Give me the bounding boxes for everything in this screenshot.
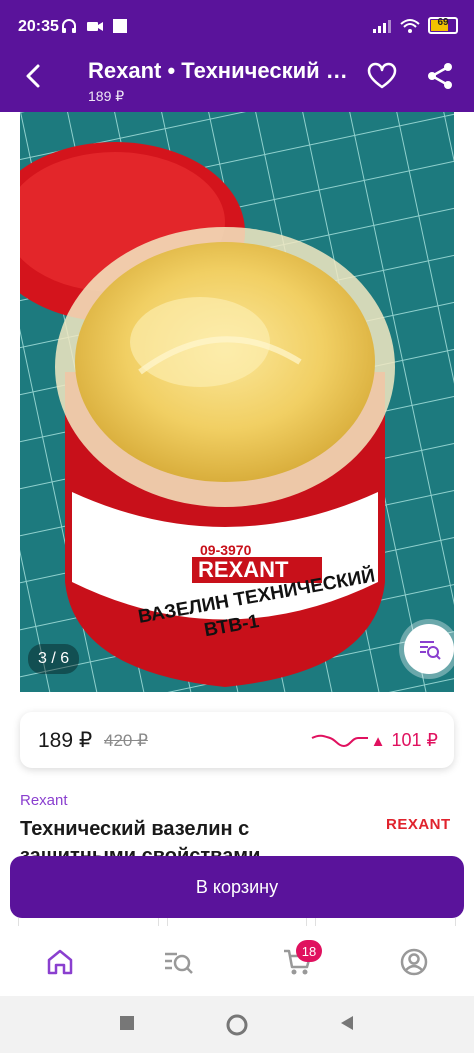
gallery-counter: 3 / 6 <box>28 644 80 674</box>
triangle-up-icon: ▲ <box>370 733 386 750</box>
home-icon[interactable] <box>44 946 76 978</box>
status-left-icons <box>60 17 128 35</box>
svg-text:REXANT: REXANT <box>198 557 289 582</box>
back-triangle-icon[interactable] <box>338 1014 356 1032</box>
price-drop-value: 101 ₽ <box>391 730 439 750</box>
old-price: 420 ₽ <box>104 731 148 750</box>
catalog-search-icon[interactable] <box>162 946 194 978</box>
back-arrow-icon[interactable] <box>16 58 52 94</box>
video-camera-icon <box>87 22 103 31</box>
heart-icon[interactable] <box>364 58 400 94</box>
status-right-icons: 69 <box>372 17 458 34</box>
headphones-icon <box>62 19 76 33</box>
square-icon <box>113 19 127 33</box>
brand-logo[interactable]: REXANT <box>386 816 451 833</box>
wifi-icon <box>400 18 420 33</box>
image-search-icon <box>420 641 441 660</box>
signal-icon <box>373 19 391 33</box>
share-icon[interactable] <box>422 58 458 94</box>
price-card[interactable]: 189 ₽ 420 ₽ ▲ 101 ₽ <box>20 712 454 768</box>
current-price: 189 ₽ <box>38 729 93 752</box>
price-drop: ▲ 101 ₽ <box>371 730 438 751</box>
home-circle-icon[interactable] <box>226 1014 248 1036</box>
image-search-button[interactable] <box>404 624 454 674</box>
add-to-cart-button[interactable]: В корзину <box>10 856 464 918</box>
app-bar: Rexant • Технический вазелин 189 ₽ <box>0 44 474 112</box>
brand-link[interactable]: Rexant <box>20 792 68 809</box>
product-title: Технический вазелин с защитными свойства… <box>20 818 261 860</box>
bottom-tab-bar <box>0 926 474 997</box>
battery-level: 69 <box>437 17 449 28</box>
recents-square-icon[interactable] <box>118 1014 136 1032</box>
page-title: Rexant • Технический вазелин <box>88 58 356 83</box>
page-subtitle-price: 189 ₽ <box>88 88 125 104</box>
product-image-gallery[interactable]: 09-3970 REXANT ВАЗЕЛИН ТЕХНИЧЕСКИЙ ВТВ-1 <box>20 112 454 692</box>
product-photo: 09-3970 REXANT ВАЗЕЛИН ТЕХНИЧЕСКИЙ ВТВ-1 <box>20 112 454 692</box>
price-history-sparkline <box>311 734 368 748</box>
profile-icon[interactable] <box>398 946 430 978</box>
system-nav-bar <box>0 996 474 1053</box>
battery-icon: 69 <box>428 17 458 34</box>
status-time: 20:35 <box>18 18 59 35</box>
svg-text:09-3970: 09-3970 <box>200 542 252 558</box>
cart-count-badge: 18 <box>296 940 322 962</box>
